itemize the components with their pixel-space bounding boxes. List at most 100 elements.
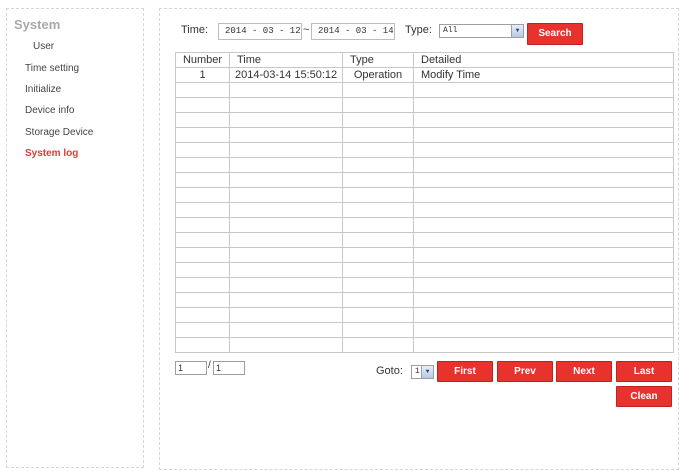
cell-detailed	[413, 97, 674, 113]
cell-detailed	[413, 112, 674, 128]
clean-button[interactable]: Clean	[616, 386, 672, 407]
cell-type	[342, 202, 414, 218]
cell-type	[342, 322, 414, 338]
goto-select[interactable]: 1 ▼	[411, 365, 434, 379]
cell-type	[342, 187, 414, 203]
cell-type	[342, 217, 414, 233]
table-row	[175, 232, 674, 248]
cell-detailed: Modify Time	[413, 67, 674, 83]
cell-time	[229, 187, 343, 203]
sidebar-item-device-info[interactable]: Device info	[25, 105, 74, 116]
table-row: 1 2014-03-14 15:50:12 Operation Modify Time	[175, 67, 674, 83]
table-row	[175, 337, 674, 353]
cell-detailed	[413, 337, 674, 353]
sidebar-item-storage-device[interactable]: Storage Device	[25, 127, 93, 138]
first-page-button[interactable]: First	[437, 361, 493, 382]
cell-number	[175, 97, 230, 113]
header-type: Type	[342, 52, 414, 68]
cell-time	[229, 202, 343, 218]
cell-detailed	[413, 247, 674, 263]
table-row	[175, 187, 674, 203]
last-page-button[interactable]: Last	[616, 361, 672, 382]
cell-type: Operation	[342, 67, 414, 83]
cell-time	[229, 292, 343, 308]
cell-number	[175, 247, 230, 263]
chevron-down-icon[interactable]: ▼	[511, 25, 523, 37]
cell-time	[229, 262, 343, 278]
time-label: Time:	[181, 24, 209, 36]
cell-time: 2014-03-14 15:50:12	[229, 67, 343, 83]
cell-number	[175, 232, 230, 248]
end-date-field[interactable]: 2014 - 03 - 14	[311, 23, 395, 40]
cell-type	[342, 277, 414, 293]
cell-type	[342, 97, 414, 113]
prev-page-button[interactable]: Prev	[497, 361, 553, 382]
cell-type	[342, 292, 414, 308]
header-number: Number	[175, 52, 230, 68]
cell-detailed	[413, 202, 674, 218]
cell-type	[342, 157, 414, 173]
cell-detailed	[413, 277, 674, 293]
table-row	[175, 112, 674, 128]
cell-number	[175, 127, 230, 143]
table-row	[175, 157, 674, 173]
table-row	[175, 307, 674, 323]
type-select[interactable]: All ▼	[439, 24, 524, 38]
table-row	[175, 142, 674, 158]
cell-number	[175, 292, 230, 308]
table-row	[175, 277, 674, 293]
start-date-field[interactable]: 2014 - 03 - 12	[218, 23, 302, 40]
cell-number	[175, 172, 230, 188]
page-separator: /	[208, 360, 211, 371]
table-header-row: Number Time Type Detailed	[175, 52, 674, 68]
sidebar-item-initialize[interactable]: Initialize	[25, 84, 61, 95]
table-row	[175, 82, 674, 98]
table-row	[175, 97, 674, 113]
current-page-input[interactable]: 1	[175, 361, 207, 375]
table-row	[175, 172, 674, 188]
cell-type	[342, 337, 414, 353]
cell-number	[175, 202, 230, 218]
goto-select-value: 1	[415, 367, 420, 376]
header-detailed: Detailed	[413, 52, 674, 68]
cell-number	[175, 262, 230, 278]
cell-number	[175, 217, 230, 233]
cell-detailed	[413, 187, 674, 203]
cell-time	[229, 127, 343, 143]
cell-type	[342, 247, 414, 263]
sidebar-item-user[interactable]: User	[33, 41, 54, 52]
sidebar-item-system-log[interactable]: System log	[25, 148, 78, 159]
cell-detailed	[413, 82, 674, 98]
cell-number	[175, 142, 230, 158]
cell-number	[175, 112, 230, 128]
sidebar-item-time-setting[interactable]: Time setting	[25, 63, 79, 74]
cell-time	[229, 322, 343, 338]
cell-time	[229, 217, 343, 233]
system-log-table: Number Time Type Detailed 1 2014-03-14 15…	[175, 52, 674, 353]
table-row	[175, 217, 674, 233]
cell-type	[342, 112, 414, 128]
sidebar: System	[6, 8, 144, 468]
cell-time	[229, 247, 343, 263]
cell-type	[342, 172, 414, 188]
table-row	[175, 247, 674, 263]
cell-type	[342, 262, 414, 278]
type-label: Type:	[405, 24, 432, 36]
cell-detailed	[413, 322, 674, 338]
goto-label: Goto:	[376, 365, 403, 377]
next-page-button[interactable]: Next	[556, 361, 612, 382]
chevron-down-icon[interactable]: ▼	[421, 366, 433, 378]
sidebar-title: System	[14, 17, 61, 32]
cell-detailed	[413, 127, 674, 143]
table-row	[175, 262, 674, 278]
cell-time	[229, 172, 343, 188]
cell-time	[229, 277, 343, 293]
cell-time	[229, 307, 343, 323]
cell-detailed	[413, 232, 674, 248]
cell-type	[342, 127, 414, 143]
search-button[interactable]: Search	[527, 23, 583, 45]
cell-type	[342, 232, 414, 248]
cell-type	[342, 142, 414, 158]
cell-type	[342, 82, 414, 98]
table-row	[175, 127, 674, 143]
